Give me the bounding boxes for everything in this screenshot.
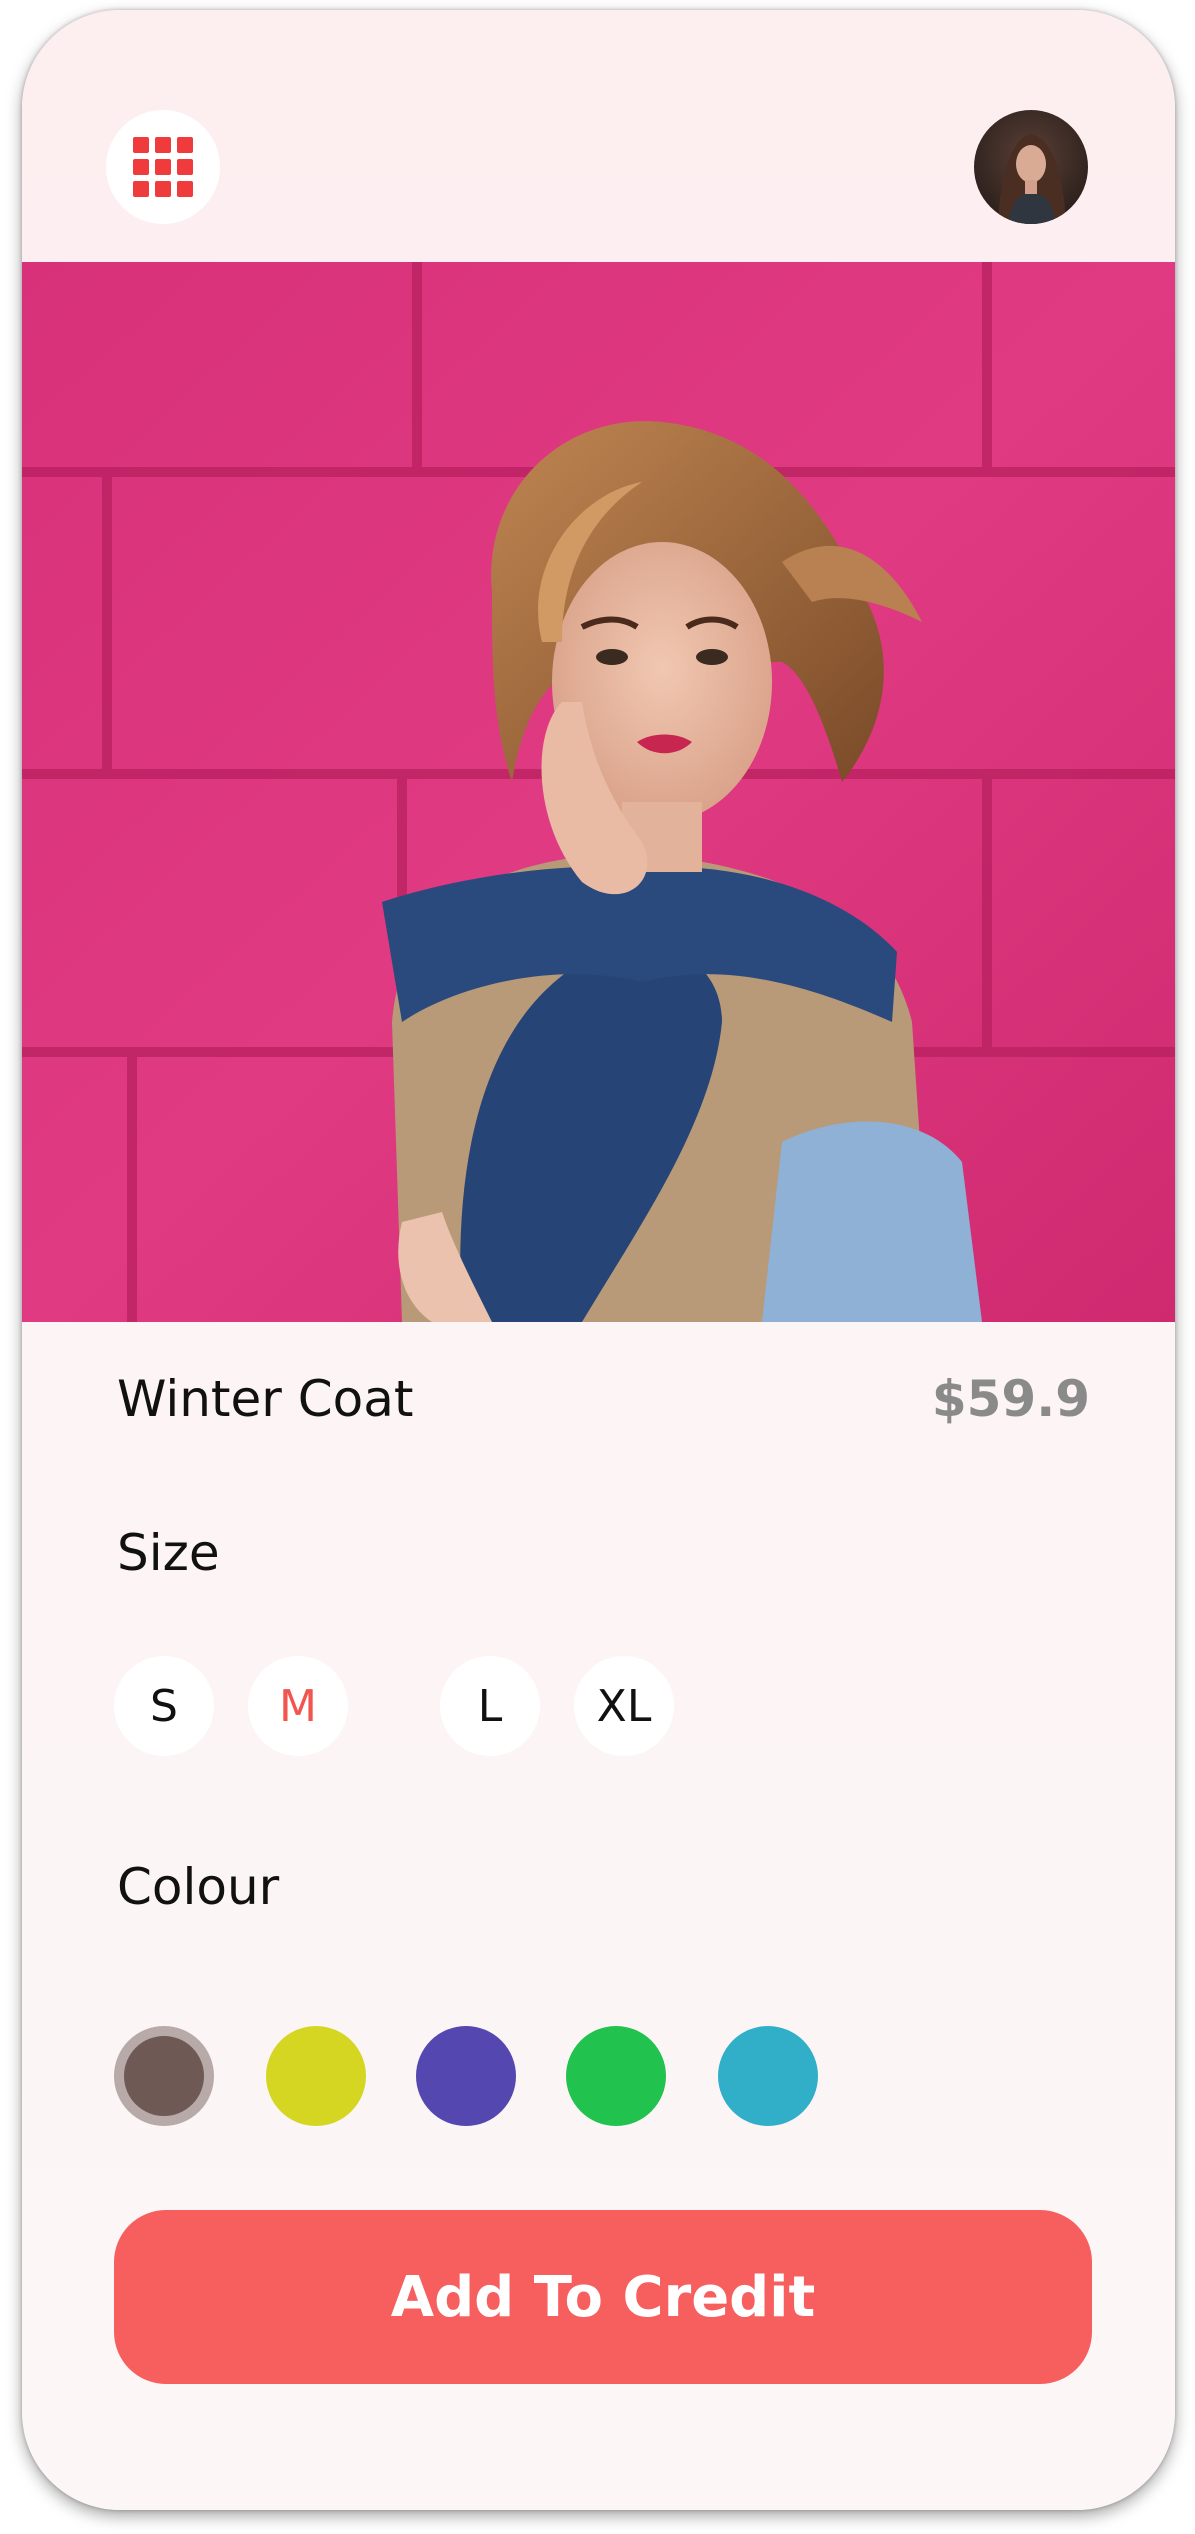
grid-menu-icon <box>133 137 193 197</box>
colour-swatch-teal[interactable] <box>718 2026 818 2126</box>
menu-button[interactable] <box>106 110 220 224</box>
size-label: Size <box>117 1524 220 1582</box>
colour-label: Colour <box>117 1858 280 1916</box>
product-name: Winter Coat <box>117 1370 414 1428</box>
size-option-l[interactable]: L <box>440 1656 540 1756</box>
product-image <box>22 262 1175 1322</box>
size-option-s[interactable]: S <box>114 1656 214 1756</box>
colour-swatch-green[interactable] <box>566 2026 666 2126</box>
add-to-credit-button[interactable]: Add To Credit <box>114 2210 1092 2384</box>
avatar[interactable] <box>974 110 1088 224</box>
colour-swatch-purple[interactable] <box>416 2026 516 2126</box>
product-price: $59.9 <box>931 1370 1090 1428</box>
size-option-m[interactable]: M <box>248 1656 348 1756</box>
fashion-model-photo <box>22 262 1175 1322</box>
colour-swatch-yellow[interactable] <box>266 2026 366 2126</box>
phone-frame: Winter Coat $59.9 Size S M L XL Colour A… <box>22 10 1175 2510</box>
size-option-xl[interactable]: XL <box>574 1656 674 1756</box>
colour-swatch-brown[interactable] <box>114 2026 214 2126</box>
user-avatar-icon <box>974 110 1088 224</box>
